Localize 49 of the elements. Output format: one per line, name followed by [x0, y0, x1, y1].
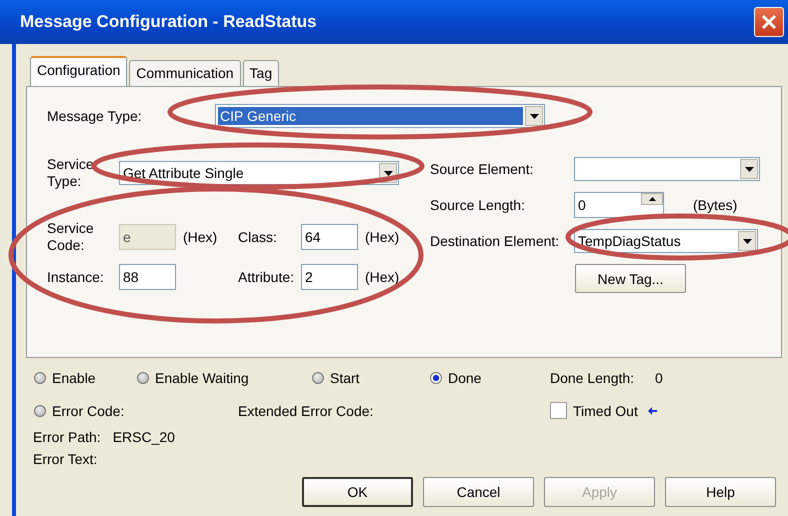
window-title: Message Configuration - ReadStatus [20, 12, 318, 32]
dropdown-arrow-icon [742, 238, 752, 244]
field-value: 0 [655, 370, 663, 386]
unit-label: (Hex) [364, 229, 400, 245]
field-label: Class: [238, 229, 278, 245]
dialog-button[interactable]: OK [302, 477, 413, 507]
dialog-button[interactable]: Cancel [423, 477, 534, 507]
status-label: Start [330, 370, 360, 386]
field-label: Message Type: [47, 108, 143, 124]
field-label: Destination Element: [430, 233, 560, 249]
dropdown-arrow-icon [744, 166, 754, 172]
source-length-field[interactable]: 0 [574, 192, 664, 218]
tab[interactable]: Configuration [30, 56, 128, 86]
status-label: Enable [52, 370, 96, 386]
field-label: Error Path: [33, 429, 101, 445]
field-label: Instance: [47, 269, 105, 285]
unit-label: (Bytes) [692, 197, 738, 213]
field-value: ERSC_20 [112, 429, 175, 445]
arrow-icon [648, 406, 657, 414]
close-button[interactable] [754, 7, 784, 37]
tab[interactable]: Tag [242, 60, 280, 86]
unit-label: (Hex) [182, 229, 218, 245]
field-label: Extended Error Code: [238, 402, 374, 418]
checkbox-label: Timed Out [573, 402, 638, 418]
field-label: Service Type: [47, 156, 95, 190]
dialog-button[interactable]: Help [665, 477, 776, 507]
destination-element-dropdown[interactable]: TempDiagStatus [574, 229, 758, 253]
status-label: Done [448, 370, 482, 386]
field-label: Error Text: [33, 451, 98, 467]
tab[interactable]: Communication [129, 60, 241, 86]
text-field[interactable]: 2 [301, 264, 358, 290]
field-label: Source Element: [430, 161, 534, 177]
text-field[interactable]: 88 [119, 264, 176, 290]
timed-out-checkbox[interactable] [550, 402, 567, 419]
new-tag-button[interactable]: New Tag... [575, 264, 686, 293]
spin-up-icon [648, 197, 656, 201]
unit-label: (Hex) [364, 269, 400, 285]
field-label: Source Length: [430, 197, 526, 213]
field-label: Service Code: [47, 220, 95, 254]
close-icon [761, 14, 777, 30]
status-label: Error Code: [52, 402, 124, 418]
source-element-dropdown[interactable] [574, 157, 760, 181]
text-field[interactable]: 64 [301, 224, 358, 250]
dropdown-arrow-icon [384, 170, 392, 176]
message-type-dropdown[interactable]: CIP Generic [215, 104, 545, 128]
field-label: Done Length: [550, 370, 636, 386]
dropdown-arrow-icon [530, 114, 538, 118]
field-label: Attribute: [238, 269, 296, 285]
status-label: Enable Waiting [155, 370, 249, 386]
